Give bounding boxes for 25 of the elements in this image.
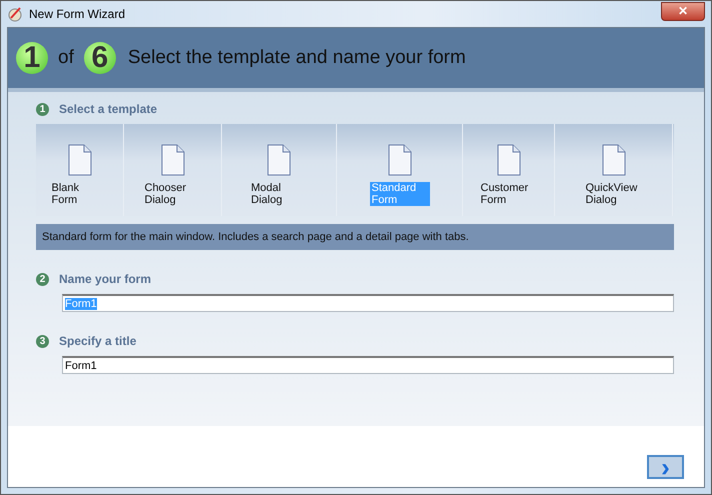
template-option[interactable]: QuickView Dialog: [584, 182, 644, 206]
step-badge: 1: [16, 42, 48, 74]
input-field[interactable]: Form1: [62, 356, 674, 374]
wizard-heading: Select the template and name your form: [128, 47, 466, 69]
document-icon: [496, 144, 520, 176]
step-number: 2: [36, 272, 49, 286]
section-label: Select a template: [59, 102, 158, 116]
total-badge: 6: [84, 42, 116, 74]
section-label: Name your form: [59, 272, 152, 286]
template-option[interactable]: Customer Form: [478, 182, 538, 206]
window-title: New Form Wizard: [29, 7, 126, 21]
template-option[interactable]: Chooser Dialog: [142, 182, 202, 206]
document-icon: [388, 144, 412, 176]
document-icon: [68, 144, 92, 176]
document-icon: [602, 144, 626, 176]
document-icon: [267, 144, 291, 176]
template-option[interactable]: Blank Form: [50, 182, 110, 206]
section-label: Specify a title: [59, 334, 136, 348]
app-icon: [7, 6, 23, 22]
step-number: 1: [36, 102, 49, 116]
step-of-text: of: [58, 47, 74, 69]
document-icon: [160, 144, 184, 176]
step-number: 3: [36, 334, 49, 348]
template-description: Standard form for the main window. Includes a search page and a detail page with tabs.: [36, 224, 674, 250]
template-option[interactable]: Modal Dialog: [249, 182, 309, 206]
